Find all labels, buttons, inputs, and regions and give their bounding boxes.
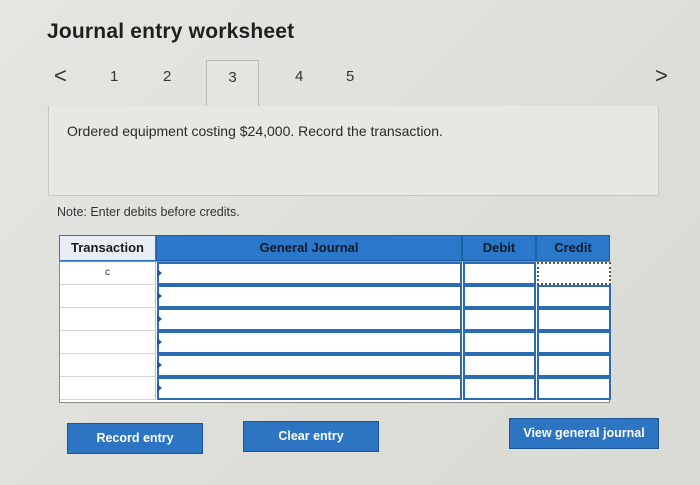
debit-input[interactable] (463, 285, 536, 308)
credit-input[interactable] (537, 308, 611, 331)
dropdown-caret-icon (157, 361, 162, 369)
credit-input[interactable] (537, 331, 611, 354)
page-title: Journal entry worksheet (47, 20, 295, 43)
dropdown-caret-icon (157, 338, 162, 346)
table-row (60, 285, 611, 308)
account-input[interactable] (157, 262, 462, 285)
debit-input[interactable] (463, 377, 536, 400)
credit-input[interactable] (537, 377, 611, 400)
next-tab-arrow-icon[interactable]: > (655, 64, 668, 88)
account-input[interactable] (157, 354, 462, 377)
transaction-cell (60, 285, 156, 308)
tab-2[interactable]: 2 (163, 68, 171, 85)
tab-4[interactable]: 4 (295, 68, 303, 85)
account-input[interactable] (157, 331, 462, 354)
note-text: Note: Enter debits before credits. (57, 205, 240, 219)
journal-grid: c (59, 261, 611, 403)
transaction-cell: c (60, 262, 156, 285)
tab-3-label: 3 (228, 69, 237, 86)
table-row: c (60, 262, 611, 285)
credit-input[interactable] (537, 285, 611, 308)
table-row (60, 377, 611, 400)
transaction-cell (60, 377, 156, 400)
table-row (60, 354, 611, 377)
dropdown-caret-icon (157, 384, 162, 392)
account-input[interactable] (157, 377, 462, 400)
table-row (60, 331, 611, 354)
question-panel: Ordered equipment costing $24,000. Recor… (48, 106, 659, 196)
credit-input[interactable] (537, 354, 611, 377)
account-input[interactable] (157, 285, 462, 308)
view-general-journal-button[interactable]: View general journal (509, 418, 659, 449)
tab-5[interactable]: 5 (346, 68, 354, 85)
debit-input[interactable] (463, 308, 536, 331)
debit-input[interactable] (463, 354, 536, 377)
debit-input[interactable] (463, 262, 536, 285)
journal-table: Transaction General Journal Debit Credit… (59, 235, 611, 403)
question-text: Ordered equipment costing $24,000. Recor… (67, 123, 443, 139)
header-credit: Credit (536, 235, 610, 261)
prev-tab-arrow-icon[interactable]: < (54, 64, 67, 88)
transaction-cell (60, 308, 156, 331)
debit-input[interactable] (463, 331, 536, 354)
header-general-journal: General Journal (156, 235, 462, 261)
tab-3-active[interactable]: 3 (206, 60, 259, 108)
worksheet-page: Journal entry worksheet < 1 2 3 4 5 > Or… (0, 0, 700, 485)
tab-1[interactable]: 1 (110, 68, 118, 85)
dropdown-caret-icon (157, 292, 162, 300)
table-row (60, 308, 611, 331)
header-transaction: Transaction (59, 235, 156, 261)
clear-entry-button[interactable]: Clear entry (243, 421, 379, 452)
dropdown-caret-icon (157, 315, 162, 323)
header-debit: Debit (462, 235, 536, 261)
credit-input[interactable] (537, 262, 611, 285)
dropdown-caret-icon (157, 269, 162, 277)
record-entry-button[interactable]: Record entry (67, 423, 203, 454)
account-input[interactable] (157, 308, 462, 331)
transaction-cell (60, 331, 156, 354)
transaction-cell (60, 354, 156, 377)
